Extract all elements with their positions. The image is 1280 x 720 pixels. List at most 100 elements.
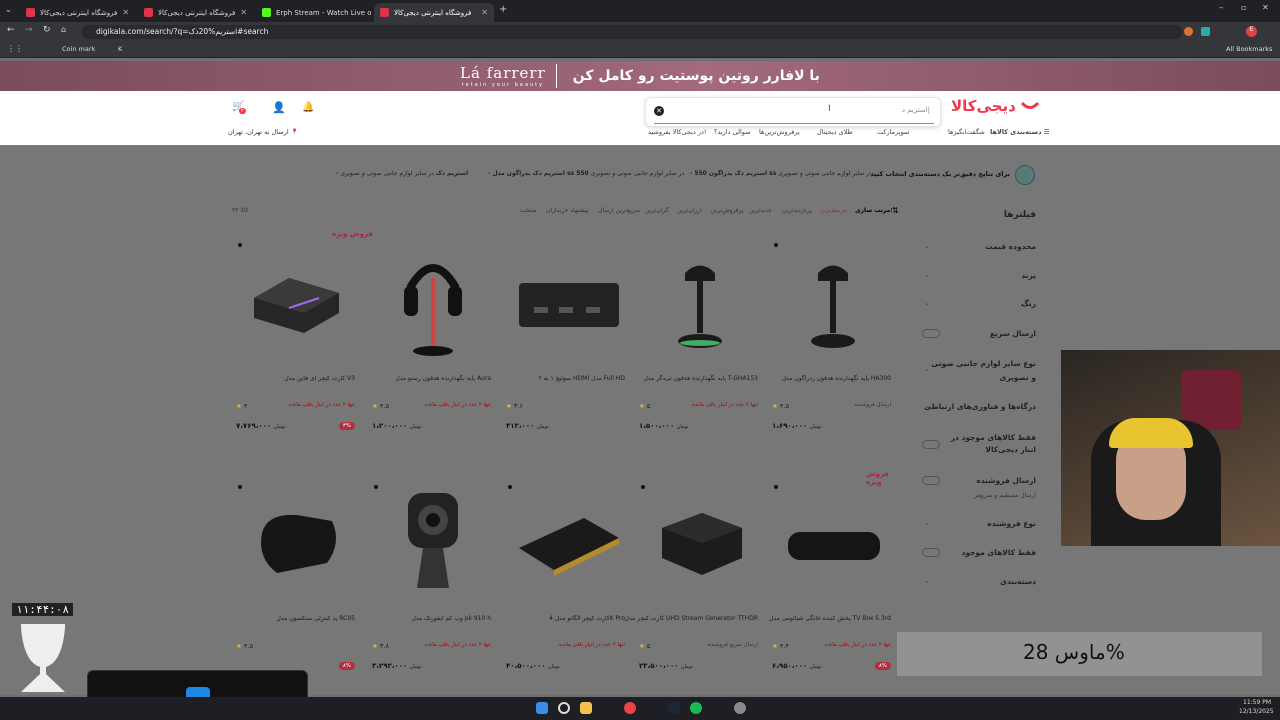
file-explorer-icon[interactable]	[580, 702, 592, 714]
windows-start-icon[interactable]	[536, 702, 548, 714]
sort-option[interactable]: جدیدترین	[749, 207, 772, 214]
filter-price[interactable]: محدوده قیمت	[985, 242, 1036, 251]
location-selector[interactable]: ارسال به تهران، تهران 📍	[228, 128, 299, 136]
product-card[interactable]: پایه نگهدارنده هدفون تی‌دگر مدل T-GHA153…	[637, 235, 762, 465]
chrome-icon[interactable]	[624, 702, 636, 714]
taskbar-date: 12/13/2025	[1239, 708, 1274, 715]
forward-icon[interactable]: →	[25, 25, 33, 35]
star-icon: ★	[372, 402, 378, 410]
bookmarks-bar: ⋮⋮ Coin mark K All Bookmarks	[0, 42, 1280, 58]
minimize-icon[interactable]: –	[1219, 3, 1224, 13]
seller-ship-toggle[interactable]	[922, 476, 940, 485]
chevron-down-icon: ⌄	[924, 242, 930, 250]
home-icon[interactable]: ⌂	[61, 25, 66, 34]
chevron-down-icon: ⌄	[924, 365, 930, 373]
sort-option[interactable]: پربازدیدترین	[782, 207, 812, 214]
suggest-chip[interactable]: ‹ استریم دک پدراگون مدل ss 550 در سایر ل…	[488, 170, 684, 177]
close-tab-icon[interactable]: ✕	[122, 8, 129, 17]
sort-option[interactable]: پرفروش‌ترین	[711, 207, 744, 214]
sort-option[interactable]: ارزان‌ترین	[677, 207, 702, 214]
mouse-battery-overlay: ماوس 28%	[897, 632, 1262, 676]
star-icon: ★	[372, 642, 378, 650]
window-close-icon[interactable]: ✕	[1262, 3, 1269, 12]
back-icon[interactable]: ←	[7, 25, 15, 35]
browser-tab-active[interactable]: فروشگاه اینترنتی دیجی‌کالا ✕	[374, 3, 494, 22]
close-tab-icon[interactable]: ✕	[240, 8, 247, 17]
search-box[interactable]: ✕ استریم د| I	[645, 97, 941, 127]
reload-icon[interactable]: ↻	[43, 25, 51, 35]
browser-tab[interactable]: فروشگاه اینترنتی دیجی‌کالا ✕	[20, 3, 135, 22]
headphone-stand-image	[647, 250, 752, 355]
clear-search-icon[interactable]: ✕	[654, 106, 664, 116]
search-icon[interactable]	[558, 702, 570, 714]
controller-pad-image	[244, 490, 349, 595]
steam-icon[interactable]	[668, 702, 680, 714]
new-tab-icon[interactable]: +	[499, 4, 507, 15]
product-card[interactable]: پایه نگهدارنده هدفون ردراگون مدل HA300 ★…	[770, 235, 895, 465]
filter-seller-type[interactable]: نوع فروشنده	[987, 519, 1036, 528]
settings-icon[interactable]	[734, 702, 746, 714]
promo-banner[interactable]: Lá farrerr retain your beauty با لافارر …	[0, 61, 1280, 91]
extension-icon[interactable]	[1184, 27, 1193, 36]
digikala-logo[interactable]: دیجی‌کالا	[951, 97, 1040, 115]
filter-ports[interactable]: درگاه‌ها و فناوری‌های ارتباطی	[924, 402, 1036, 411]
filter-category[interactable]: دسته‌بندی	[1000, 577, 1036, 586]
url-field[interactable]: digikala.com/search/?q=استریم%20دک#searc…	[82, 25, 1182, 39]
browser-tab[interactable]: Erph Stream - Watch Live on K✕	[256, 3, 371, 22]
sort-option[interactable]: سریع‌ترین ارسال	[598, 207, 640, 214]
bookmark-coinmark[interactable]: Coin mark	[62, 45, 95, 53]
filter-brand[interactable]: برند	[1021, 271, 1036, 280]
sort-option-active[interactable]: مرتبط‌ترین	[820, 207, 847, 214]
result-count: ۳۳ کالا	[232, 207, 249, 214]
hdmi-switch-image	[514, 250, 619, 355]
extension-icon[interactable]	[1201, 27, 1210, 36]
search-underline	[654, 123, 934, 124]
sort-option[interactable]: پیشنهاد خریداران	[546, 207, 588, 214]
sort-option[interactable]: منتخب	[520, 207, 537, 214]
nav-categories[interactable]: دسته‌بندی کالاها ☰	[990, 128, 1050, 136]
filter-in-stock-dk: فقط کالاهای موجود در انبار دیجی‌کالا	[950, 433, 1036, 454]
suggest-lead: برای نتایج دقیق‌تر یک دسته‌بندی انتخاب ک…	[870, 170, 1010, 178]
available-only-toggle[interactable]	[922, 548, 940, 557]
cart-icon[interactable]: 🛒 ۲	[232, 101, 246, 114]
nav-item[interactable]: سوپرمارکت	[877, 128, 909, 136]
close-tab-icon[interactable]: ✕	[481, 8, 488, 17]
filter-color[interactable]: رنگ	[1021, 299, 1036, 308]
sort-option[interactable]: گران‌ترین	[645, 207, 668, 214]
user-account-icon[interactable]: 👤	[272, 101, 286, 114]
product-card[interactable]: سوئیچ ۱ به ۲ HDMI مدل Full HD ★ ۳.۶ ۴۱۳،…	[504, 235, 629, 465]
product-card[interactable]: کارت کپچر ای فاین مدل V3 ★ ۴ تنها ۲ عدد …	[234, 235, 359, 465]
in-stock-dk-toggle[interactable]	[922, 440, 940, 449]
apps-icon[interactable]: ⋮⋮	[7, 44, 23, 53]
nav-item[interactable]: سوالی دارید؟	[714, 128, 751, 136]
search-input[interactable]: استریم د|	[902, 106, 930, 114]
nav-item[interactable]: شگفت‌انگیزها	[948, 128, 985, 136]
banner-text: با لافارر روتین پوستیت رو کامل کن	[572, 68, 820, 84]
product-card[interactable]: کارت کپچر مدل UHD Stream Generator TTHDR…	[625, 475, 762, 705]
tab-search-icon[interactable]: ⌄	[5, 5, 12, 14]
spotify-icon[interactable]	[690, 702, 702, 714]
suggest-chip[interactable]: ‹ استریم دک پدراگون 550 ss در سایر لوازم…	[690, 170, 872, 177]
bookmark-k[interactable]: K	[118, 45, 122, 53]
all-bookmarks[interactable]: All Bookmarks	[1226, 45, 1272, 53]
cart-count-badge: ۲	[239, 108, 246, 114]
nav-item[interactable]: در دیجی‌کالا بفروشید!	[648, 128, 707, 136]
product-card[interactable]: وب کم ایفورتک مدل pk 910 h ★ ۳.۸ تنها ۲ …	[370, 475, 495, 705]
seller-ship-subtext: ارسال مستقیم و سریع‌تر	[974, 492, 1036, 499]
notification-bell-icon[interactable]: 🔔	[302, 102, 314, 113]
suggest-chip[interactable]: ‹ استریم دک در سایر لوازم جانبی صوتی و ت…	[336, 170, 468, 177]
profile-avatar[interactable]: E	[1246, 26, 1257, 37]
fast-delivery-toggle[interactable]	[922, 329, 940, 338]
nav-item[interactable]: پرفروش‌ترین‌ها	[759, 128, 800, 136]
browser-tab[interactable]: فروشگاه اینترنتی دیجی‌کالا ✕	[138, 3, 253, 22]
product-card[interactable]: فروش ویژه پایه نگهدارنده هدفون رسنو مدل …	[332, 230, 495, 465]
nav-item[interactable]: طلای دیجیتال	[817, 128, 853, 136]
webcam-image	[380, 490, 485, 595]
filters-title: فیلترها	[1003, 210, 1036, 220]
product-card[interactable]: کارت کپچر الگاتو مدل 4K Pro تنها ۲ عدد د…	[504, 475, 629, 705]
maximize-icon[interactable]: ▫	[1241, 3, 1246, 12]
star-icon: ★	[772, 402, 778, 410]
filter-type[interactable]: نوع سایر لوازم جانبی صوتی و تصویری	[931, 357, 1036, 385]
star-icon: ★	[639, 642, 645, 650]
product-card[interactable]: فروش ویژه پخش کننده خانگی شیائومی مدل TV…	[769, 470, 895, 705]
